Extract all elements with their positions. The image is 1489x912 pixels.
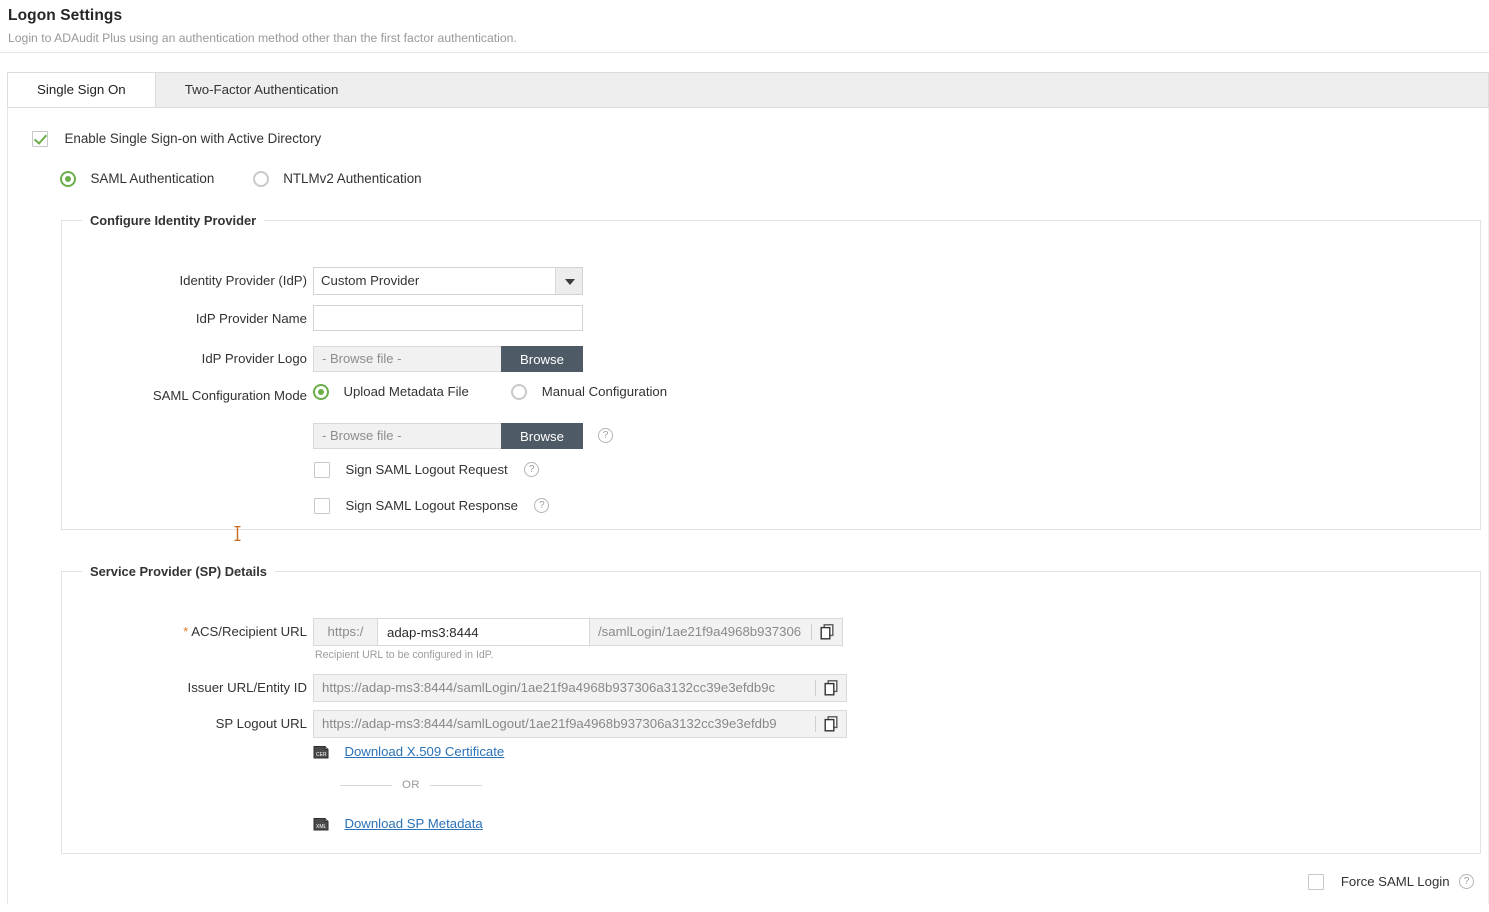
saml-configuration-mode-label: SAML Configuration Mode [92, 383, 307, 409]
download-x509-certificate-link[interactable]: Download X.509 Certificate [344, 744, 504, 759]
manual-configuration-radio[interactable] [511, 384, 527, 400]
idp-provider-logo-label: IdP Provider Logo [92, 346, 307, 372]
enable-sso-row[interactable]: Enable Single Sign-on with Active Direct… [32, 130, 321, 148]
configure-identity-provider-section: Configure Identity Provider Identity Pro… [61, 213, 1481, 530]
saml-authentication-label: SAML Authentication [90, 171, 214, 186]
xml-icon-text: XML [316, 824, 327, 830]
sp-logout-url-field[interactable]: https://adap-ms3:8444/samlLogout/1ae21f9… [313, 710, 847, 738]
download-metadata-row[interactable]: XML Download SP Metadata [313, 815, 483, 833]
or-label: OR [392, 779, 430, 791]
copy-icon-issuer-url[interactable] [816, 675, 846, 701]
acs-recipient-url-label: * ACS/Recipient URL [92, 619, 307, 645]
enable-sso-label: Enable Single Sign-on with Active Direct… [64, 131, 321, 146]
sign-saml-logout-request-help-icon[interactable]: ? [524, 462, 539, 477]
acs-recipient-url-field[interactable]: https:/ /samlLogin/1ae21f9a4968b937306 [313, 618, 843, 646]
acs-url-path-suffix: /samlLogin/1ae21f9a4968b937306 [590, 619, 811, 645]
sign-saml-logout-request-checkbox[interactable] [314, 462, 330, 478]
auth-method-radio-group: SAML Authentication NTLMv2 Authenticatio… [60, 170, 456, 188]
metadata-file-field[interactable]: - Browse file - [313, 423, 501, 449]
or-separator: OR [340, 779, 482, 791]
radio-option-manual-config[interactable]: Manual Configuration [511, 383, 667, 401]
force-saml-login-checkbox[interactable] [1308, 874, 1324, 890]
service-provider-details-section: Service Provider (SP) Details * ACS/Reci… [61, 564, 1481, 854]
idp-logo-file-field[interactable]: - Browse file - [313, 346, 501, 372]
idp-provider-name-label: IdP Provider Name [92, 306, 307, 332]
idp-logo-browse-widget[interactable]: - Browse file - Browse [313, 346, 583, 372]
metadata-help-icon[interactable]: ? [598, 428, 613, 443]
single-sign-on-panel: Enable Single Sign-on with Active Direct… [7, 108, 1489, 904]
issuer-url-field[interactable]: https://adap-ms3:8444/samlLogin/1ae21f9a… [313, 674, 847, 702]
sp-section-legend: Service Provider (SP) Details [82, 564, 275, 579]
header-divider [0, 52, 1489, 53]
acs-url-host-wrapper[interactable] [377, 619, 590, 645]
metadata-browse-button[interactable]: Browse [501, 423, 583, 449]
radio-option-ntlmv2[interactable]: NTLMv2 Authentication [253, 170, 422, 188]
page-title: Logon Settings [8, 6, 1489, 26]
identity-provider-select[interactable]: Custom Provider [313, 267, 583, 295]
saml-authentication-radio[interactable] [60, 171, 76, 187]
sign-saml-logout-response-help-icon[interactable]: ? [534, 498, 549, 513]
acs-url-scheme-prefix: https:/ [314, 619, 377, 645]
acs-url-hint: Recipient URL to be configured in IdP. [315, 649, 493, 661]
copy-icon-sp-logout-url[interactable] [816, 711, 846, 737]
copy-icon-acs-url[interactable] [812, 619, 842, 645]
download-sp-metadata-link[interactable]: Download SP Metadata [344, 816, 482, 831]
manual-configuration-label: Manual Configuration [542, 384, 667, 399]
sign-saml-logout-response-row[interactable]: Sign SAML Logout Response ? [314, 497, 549, 515]
sign-saml-logout-response-checkbox[interactable] [314, 498, 330, 514]
issuer-url-value[interactable]: https://adap-ms3:8444/samlLogin/1ae21f9a… [314, 675, 815, 701]
idp-logo-browse-button[interactable]: Browse [501, 346, 583, 372]
force-saml-login-row[interactable]: Force SAML Login ? [1308, 873, 1474, 891]
xml-file-icon: XML [313, 816, 331, 832]
upload-metadata-file-label: Upload Metadata File [343, 384, 468, 399]
force-saml-login-label: Force SAML Login [1341, 874, 1450, 889]
download-certificate-row[interactable]: CER Download X.509 Certificate [313, 743, 504, 761]
page-subtitle: Login to ADAudit Plus using an authentic… [8, 29, 1489, 47]
page-header: Logon Settings Login to ADAudit Plus usi… [0, 0, 1489, 47]
cer-file-icon: CER [313, 744, 331, 760]
radio-option-saml[interactable]: SAML Authentication [60, 170, 214, 188]
enable-sso-checkbox[interactable] [32, 131, 48, 147]
or-line-left [340, 785, 392, 786]
sign-saml-logout-response-label: Sign SAML Logout Response [345, 498, 518, 513]
acs-url-host-input[interactable] [378, 619, 589, 645]
cer-icon-text: CER [316, 752, 327, 758]
ntlmv2-authentication-label: NTLMv2 Authentication [283, 171, 421, 186]
tab-single-sign-on[interactable]: Single Sign On [7, 73, 156, 107]
tab-bar: Single Sign On Two-Factor Authentication [7, 72, 1489, 108]
acs-recipient-url-label-text: ACS/Recipient URL [191, 624, 307, 639]
ntlmv2-authentication-radio[interactable] [253, 171, 269, 187]
required-marker: * [183, 624, 188, 639]
chevron-down-icon[interactable] [555, 268, 582, 294]
force-saml-login-help-icon[interactable]: ? [1459, 874, 1474, 889]
sp-logout-url-value[interactable]: https://adap-ms3:8444/samlLogout/1ae21f9… [314, 711, 815, 737]
radio-option-upload-metadata[interactable]: Upload Metadata File [313, 383, 469, 401]
upload-metadata-file-radio[interactable] [313, 384, 329, 400]
sign-saml-logout-request-label: Sign SAML Logout Request [345, 462, 507, 477]
issuer-url-label: Issuer URL/Entity ID [92, 675, 307, 701]
logon-settings-page: Logon Settings Login to ADAudit Plus usi… [0, 0, 1489, 912]
identity-provider-selected-value: Custom Provider [321, 268, 419, 294]
idp-provider-name-input[interactable] [313, 305, 583, 331]
idp-section-legend: Configure Identity Provider [82, 213, 264, 228]
text-cursor-artifact [234, 526, 241, 541]
saml-mode-radio-group: Upload Metadata File Manual Configuratio… [313, 383, 667, 401]
metadata-browse-widget[interactable]: - Browse file - Browse [313, 423, 583, 449]
sp-logout-url-label: SP Logout URL [92, 711, 307, 737]
or-line-right [430, 785, 482, 786]
identity-provider-label: Identity Provider (IdP) [92, 268, 307, 294]
tab-two-factor-authentication[interactable]: Two-Factor Authentication [156, 73, 368, 107]
sign-saml-logout-request-row[interactable]: Sign SAML Logout Request ? [314, 461, 539, 479]
